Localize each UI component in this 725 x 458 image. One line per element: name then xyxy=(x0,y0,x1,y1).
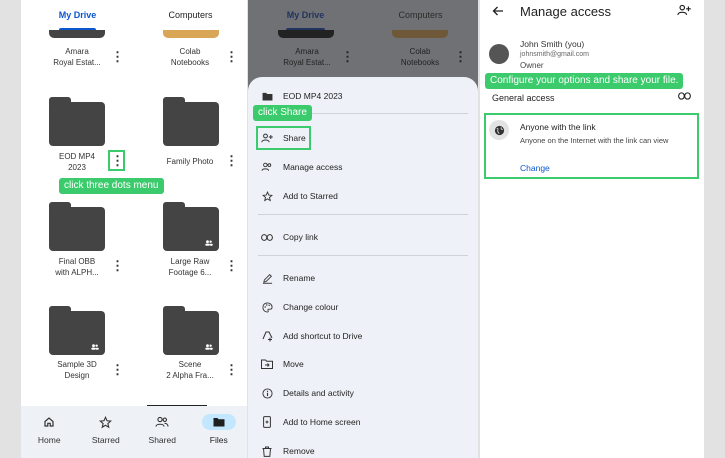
menu-label: Remove xyxy=(283,446,315,456)
menu-label: Change colour xyxy=(283,302,339,312)
menu-label: Move xyxy=(283,359,304,369)
tab-my-drive[interactable]: My Drive xyxy=(21,0,134,30)
star-icon xyxy=(89,414,123,430)
more-options-icon[interactable]: ⋮ xyxy=(225,259,238,273)
instruction-callout: click Share xyxy=(253,105,312,121)
nav-shared[interactable]: Shared xyxy=(134,406,191,458)
owner-role: Owner xyxy=(520,61,544,70)
folder-icon[interactable] xyxy=(163,97,219,146)
folder-icon xyxy=(392,30,448,38)
more-options-icon[interactable]: ⋮ xyxy=(111,259,124,273)
folder-icon xyxy=(163,30,219,38)
folder-options-screen: My Drive Computers Amara Royal Estat... … xyxy=(248,0,478,458)
add-to-drive-icon xyxy=(260,330,274,342)
nav-label: Home xyxy=(37,435,61,445)
menu-label: Copy link xyxy=(283,232,318,242)
more-options-icon[interactable]: ⋮ xyxy=(111,50,124,64)
menu-label: Add to Home screen xyxy=(283,417,361,427)
general-access-label: General access xyxy=(492,93,555,103)
people-icon xyxy=(260,162,274,172)
folder-icon[interactable] xyxy=(49,97,105,146)
folder-icon xyxy=(49,30,105,38)
home-icon xyxy=(32,414,66,430)
divider xyxy=(258,214,468,215)
move-folder-icon xyxy=(260,359,274,369)
menu-label: Manage access xyxy=(283,162,343,172)
menu-item-add-shortcut[interactable]: Add shortcut to Drive xyxy=(248,327,478,345)
bottom-navigation: Home Starred Shared Files xyxy=(21,406,247,458)
menu-label: Details and activity xyxy=(283,388,354,398)
sheet-title: EOD MP4 2023 xyxy=(283,91,343,101)
nav-starred[interactable]: Starred xyxy=(78,406,135,458)
nav-label: Files xyxy=(209,435,228,445)
person-add-icon[interactable] xyxy=(677,4,691,16)
tab-my-drive[interactable]: My Drive xyxy=(248,0,363,30)
folder-icon xyxy=(278,30,334,38)
folder-icon[interactable] xyxy=(163,202,219,251)
change-link[interactable]: Change xyxy=(520,163,550,173)
back-arrow-icon[interactable] xyxy=(492,5,504,17)
folder-icon[interactable] xyxy=(49,306,105,355)
avatar xyxy=(489,44,509,64)
trash-icon xyxy=(260,446,274,457)
nav-home[interactable]: Home xyxy=(21,406,78,458)
drive-tabs: My Drive Computers xyxy=(248,0,478,30)
menu-item-remove[interactable]: Remove xyxy=(248,442,478,458)
menu-label: Rename xyxy=(283,273,316,283)
menu-label: Add shortcut to Drive xyxy=(283,331,363,341)
people-icon xyxy=(145,414,179,430)
menu-item-manage-access[interactable]: Manage access xyxy=(248,158,478,176)
nav-label: Shared xyxy=(148,435,176,445)
nav-files[interactable]: Files xyxy=(191,406,248,458)
drive-files-screen: My Drive Computers Amara Royal Estat... … xyxy=(21,0,247,458)
instruction-callout: click three dots menu xyxy=(59,178,164,194)
phone-icon xyxy=(260,416,274,428)
menu-item-rename[interactable]: Rename xyxy=(248,269,478,287)
tab-computers[interactable]: Computers xyxy=(134,0,247,30)
pencil-icon xyxy=(260,273,274,284)
tab-computers[interactable]: Computers xyxy=(363,0,478,30)
share-highlight xyxy=(256,126,311,150)
more-options-icon[interactable]: ⋮ xyxy=(225,363,238,377)
sheet-header: EOD MP4 2023 xyxy=(248,87,478,105)
shared-icon xyxy=(205,240,213,246)
shared-icon xyxy=(205,344,213,350)
info-icon xyxy=(260,387,274,399)
shared-icon xyxy=(91,344,99,350)
page-title: Manage access xyxy=(520,4,612,19)
menu-item-starred[interactable]: Add to Starred xyxy=(248,187,478,205)
manage-access-screen: Manage access John Smith (you) johnsmith… xyxy=(480,0,704,458)
link-icon xyxy=(260,233,274,241)
globe-icon xyxy=(489,120,509,140)
owner-name: John Smith (you) xyxy=(520,39,585,49)
menu-label: Add to Starred xyxy=(283,191,338,201)
owner-email: johnsmith@gmail.com xyxy=(520,51,589,58)
folder-icon[interactable] xyxy=(163,306,219,355)
menu-item-move[interactable]: Move xyxy=(248,355,478,373)
link-icon[interactable] xyxy=(678,92,691,100)
divider xyxy=(258,255,468,256)
drive-tabs: My Drive Computers xyxy=(21,0,247,30)
folder-icon xyxy=(201,414,236,430)
more-options-icon: ⋮ xyxy=(454,49,467,64)
star-icon xyxy=(260,190,274,202)
menu-item-details[interactable]: Details and activity xyxy=(248,384,478,402)
menu-item-change-colour[interactable]: Change colour xyxy=(248,298,478,316)
access-title[interactable]: Anyone with the link xyxy=(520,122,596,132)
access-description: Anyone on the Internet with the link can… xyxy=(520,136,669,145)
three-dots-highlight xyxy=(108,150,125,171)
more-options-icon[interactable]: ⋮ xyxy=(225,50,238,64)
palette-icon xyxy=(260,301,274,313)
more-options-icon: ⋮ xyxy=(341,49,354,64)
folder-icon xyxy=(260,92,274,101)
more-options-icon[interactable]: ⋮ xyxy=(225,154,238,168)
instruction-callout: Configure your options and share your fi… xyxy=(485,73,684,89)
more-options-icon[interactable]: ⋮ xyxy=(111,363,124,377)
folder-icon[interactable] xyxy=(49,202,105,251)
menu-item-home-screen[interactable]: Add to Home screen xyxy=(248,413,478,431)
menu-item-copy-link[interactable]: Copy link xyxy=(248,228,478,246)
nav-label: Starred xyxy=(91,435,120,445)
